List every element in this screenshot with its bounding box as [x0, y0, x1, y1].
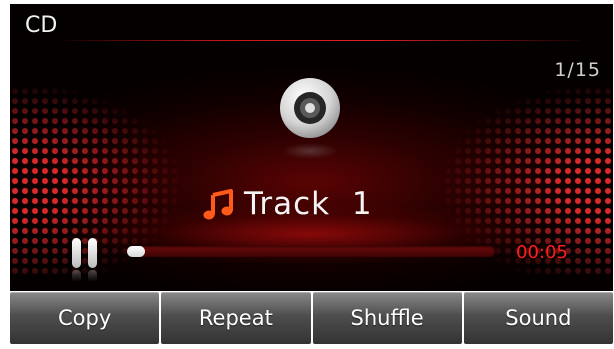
track-counter: 1/15	[554, 59, 601, 81]
track-title: Track 1	[244, 186, 373, 222]
copy-button[interactable]: Copy	[10, 292, 160, 344]
pause-reflection	[88, 270, 97, 282]
music-note-icon	[200, 186, 236, 222]
softkey-row: Copy Repeat Shuffle Sound	[10, 292, 613, 344]
pause-icon	[72, 238, 81, 268]
copy-button-label: Copy	[57, 306, 112, 330]
progress-fill	[127, 246, 146, 257]
progress-bar[interactable]	[127, 246, 495, 257]
now-playing-row: Track 1	[200, 186, 373, 222]
shuffle-button[interactable]: Shuffle	[312, 292, 462, 344]
sound-button-label: Sound	[505, 306, 572, 330]
disc-reflection	[282, 143, 338, 159]
pause-button[interactable]	[68, 232, 104, 284]
repeat-button[interactable]: Repeat	[161, 292, 311, 344]
shuffle-button-label: Shuffle	[350, 306, 424, 330]
cd-player-screen: CD 1/15 Track 1 00:05 Copy Repeat Shuffl…	[0, 0, 614, 349]
sound-button[interactable]: Sound	[463, 292, 613, 344]
elapsed-time: 00:05	[516, 242, 568, 263]
display-panel: CD 1/15 Track 1 00:05	[10, 4, 613, 291]
pause-reflection	[72, 270, 81, 282]
source-label: CD	[25, 13, 58, 38]
pause-icon-bar	[88, 238, 97, 268]
top-bar: CD	[10, 4, 613, 40]
header-divider	[60, 40, 580, 41]
repeat-button-label: Repeat	[198, 306, 273, 330]
cd-disc-icon	[278, 76, 342, 140]
